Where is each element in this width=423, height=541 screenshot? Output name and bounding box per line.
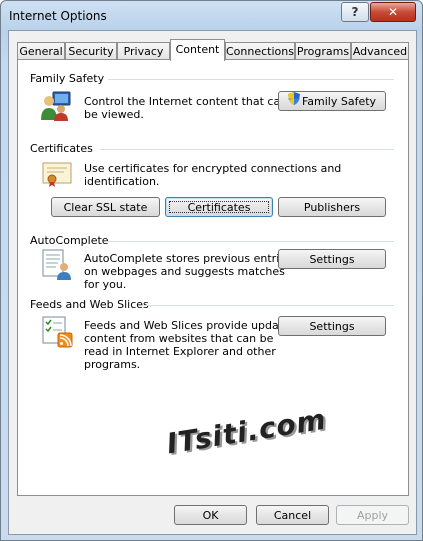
certificates-description: Use certificates for encrypted connectio… (84, 162, 342, 188)
certificates-button[interactable]: Certificates (165, 197, 273, 217)
family-safety-description-2: be viewed. (84, 108, 144, 121)
help-button[interactable]: ? (341, 2, 369, 22)
tab-privacy[interactable]: Privacy (117, 42, 170, 60)
autocomplete-description-2: on webpages and suggests matches (84, 265, 285, 278)
feeds-heading: Feeds and Web Slices (30, 298, 149, 311)
publishers-button[interactable]: Publishers (278, 197, 386, 217)
autocomplete-heading: AutoComplete (30, 234, 109, 247)
title-bar[interactable]: Internet Options ? ✕ (1, 1, 422, 31)
feeds-description-2: content from websites that can be (84, 332, 274, 345)
close-button[interactable]: ✕ (370, 2, 416, 22)
family-safety-button-label: Family Safety (301, 95, 377, 108)
family-safety-button[interactable]: Family Safety (278, 91, 386, 111)
autocomplete-description-1: AutoComplete stores previous entries (84, 252, 292, 265)
divider (106, 241, 394, 242)
divider (108, 79, 394, 80)
feeds-description-1: Feeds and Web Slices provide updated (84, 319, 297, 332)
feeds-settings-button[interactable]: Settings (278, 316, 386, 336)
family-safety-icon (40, 90, 72, 125)
apply-button: Apply (336, 505, 409, 525)
clear-ssl-state-button[interactable]: Clear SSL state (51, 197, 160, 217)
feeds-description-3: read in Internet Explorer and other (84, 345, 276, 358)
internet-options-window: Internet Options ? ✕ General Security Pr… (0, 0, 423, 541)
focus-ring (169, 201, 269, 213)
cancel-button[interactable]: Cancel (256, 505, 329, 525)
tab-security[interactable]: Security (65, 42, 117, 60)
content-tab-panel: Family Safety Control the Internet conte… (17, 59, 409, 496)
tab-advanced[interactable]: Advanced (351, 42, 409, 60)
family-safety-description-1: Control the Internet content that can (84, 95, 288, 108)
divider (145, 305, 394, 306)
certificates-heading: Certificates (30, 142, 93, 155)
watermark: ITsiti.com (164, 402, 329, 461)
autocomplete-icon (42, 249, 72, 284)
certificate-icon (42, 160, 72, 191)
dialog-client-area: General Security Privacy Content Connect… (8, 30, 417, 535)
tab-content[interactable]: Content (170, 39, 225, 61)
family-safety-heading: Family Safety (30, 72, 105, 85)
tab-connections[interactable]: Connections (225, 42, 295, 60)
autocomplete-description-3: for you. (84, 278, 127, 291)
tab-programs[interactable]: Programs (295, 42, 351, 60)
ok-button[interactable]: OK (174, 505, 247, 525)
window-title: Internet Options (9, 9, 107, 23)
tab-general[interactable]: General (17, 42, 65, 60)
feeds-icon (42, 316, 74, 351)
autocomplete-settings-button[interactable]: Settings (278, 249, 386, 269)
divider (100, 149, 394, 150)
feeds-description-4: programs. (84, 358, 141, 371)
uac-shield-icon (287, 92, 300, 112)
